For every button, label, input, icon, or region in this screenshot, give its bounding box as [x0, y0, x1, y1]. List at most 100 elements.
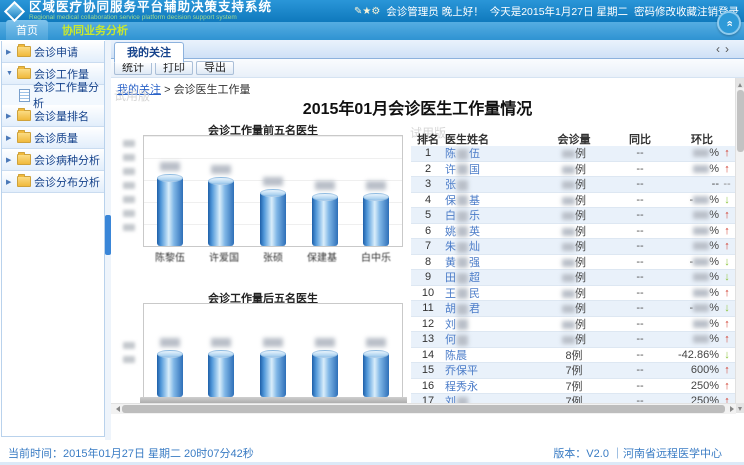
double-chevron-up-icon: «	[724, 20, 735, 26]
toolbar-button-2[interactable]: 打印	[155, 61, 193, 75]
gear-icon[interactable]: ⚙	[371, 6, 380, 17]
column-header-同比: 同比	[611, 131, 669, 147]
name-char-redacted	[457, 273, 468, 284]
doctor-name-cell: 陈伍	[445, 145, 537, 161]
redacted-value	[693, 289, 709, 297]
name-char-redacted	[457, 304, 468, 315]
trend-up-icon: ↑	[719, 318, 735, 330]
sidebar-item-会诊申请[interactable]: ▶会诊申请	[2, 41, 104, 63]
mom-cell: %	[669, 271, 719, 283]
toolbar-button-3[interactable]: 导出	[196, 61, 234, 75]
sidebar-item-会诊量排名[interactable]: ▶会诊量排名	[2, 105, 104, 127]
doctor-name-link[interactable]: 何	[445, 334, 469, 346]
trend-up-icon: ↑	[719, 395, 735, 403]
rank-cell: 1	[411, 147, 445, 159]
arrow-right-icon: ▶	[6, 178, 14, 186]
sidebar-item-label: 会诊申请	[34, 44, 78, 60]
redacted-value	[693, 196, 709, 204]
volume-cell: 7例	[537, 378, 611, 394]
y-axis-tick-labels-redacted	[123, 342, 135, 370]
main-panel: 我的关注 ‹› 统计打印导出 我的关注 > 会诊医生工作量 试用版 试用版 20…	[111, 40, 744, 440]
header-bar: 区域医疗协同服务平台辅助决策支持系统 Regional medical coll…	[0, 0, 744, 22]
doctor-name-cell: 王民	[445, 285, 537, 301]
folder-icon	[17, 176, 31, 187]
tab-my-focus[interactable]: 我的关注	[114, 42, 184, 63]
redacted-value	[562, 305, 575, 313]
doctor-name-link[interactable]: 田超	[445, 272, 480, 284]
doctor-name-link[interactable]: 黄强	[445, 257, 480, 269]
redacted-value	[562, 321, 575, 329]
mom-cell: 600%	[669, 364, 719, 376]
doctor-name-link[interactable]: 许国	[445, 164, 480, 176]
redacted-value	[693, 304, 709, 312]
yoy-cell: --	[611, 178, 669, 190]
yoy-cell: --	[611, 302, 669, 314]
doctor-name-link[interactable]: 陈晨	[445, 350, 467, 362]
name-char-redacted	[457, 319, 468, 330]
tab-scroll-arrows[interactable]: ‹›	[716, 42, 734, 56]
folder-icon	[17, 110, 31, 121]
sidebar-item-label: 会诊量排名	[34, 108, 89, 124]
star-icon[interactable]: ★	[362, 6, 371, 17]
y-tick-redacted	[123, 196, 135, 203]
mom-cell: %	[669, 225, 719, 237]
horizontal-scrollbar[interactable]	[111, 403, 736, 414]
y-tick-redacted	[123, 342, 135, 349]
scroll-down-icon[interactable]	[736, 403, 744, 413]
sidebar-item-会诊质量[interactable]: ▶会诊质量	[2, 127, 104, 149]
doctor-name-link[interactable]: 胡君	[445, 303, 480, 315]
yoy-cell: --	[611, 318, 669, 330]
yoy-cell: --	[611, 380, 669, 392]
trend-down-icon: ↓	[719, 194, 735, 206]
plot-area	[143, 135, 403, 247]
rank-cell: 4	[411, 194, 445, 206]
y-tick-redacted	[123, 140, 135, 147]
volume-cell: 例	[537, 192, 611, 208]
bar-value-redacted	[366, 181, 386, 190]
table-row: 16程秀永7例--250%↑	[411, 379, 735, 395]
doctor-name-link[interactable]: 张	[445, 179, 469, 191]
scroll-left-icon[interactable]	[111, 404, 121, 414]
sidebar-item-会诊分布分析[interactable]: ▶会诊分布分析	[2, 171, 104, 193]
vertical-scrollbar-thumb[interactable]	[737, 90, 744, 152]
bar-value-redacted	[263, 338, 283, 347]
doctor-name-link[interactable]: 保基	[445, 195, 480, 207]
doctor-name-link[interactable]: 程秀永	[445, 381, 478, 393]
bar-value-redacted	[315, 338, 335, 347]
table-row: 15乔保平7例--600%↑	[411, 363, 735, 379]
rank-cell: 8	[411, 256, 445, 268]
toolbar-button-1[interactable]: 统计	[114, 61, 152, 75]
doctor-name-link[interactable]: 王民	[445, 288, 480, 300]
vertical-scrollbar[interactable]	[735, 78, 744, 413]
sidebar-item-会诊病种分析[interactable]: ▶会诊病种分析	[2, 149, 104, 171]
folder-icon	[17, 68, 31, 79]
doctor-name-link[interactable]: 刘	[445, 319, 469, 331]
mom-cell: %	[669, 287, 719, 299]
bar-value-redacted	[160, 162, 180, 171]
rank-cell: 12	[411, 318, 445, 330]
header-link-2[interactable]: 收藏	[676, 6, 697, 18]
scroll-up-icon[interactable]	[736, 78, 744, 88]
yoy-cell: --	[611, 364, 669, 376]
doctor-name-link[interactable]: 刘	[445, 396, 469, 403]
nav-tab-collaborative-analysis[interactable]: 协同业务分析	[52, 20, 138, 40]
doctor-name-cell: 张	[445, 176, 537, 192]
page-title: 2015年01月会诊医生工作量情况	[111, 95, 724, 119]
document-tab-strip: 我的关注 ‹›	[111, 40, 744, 59]
collapse-header-button[interactable]: «	[717, 11, 741, 35]
nav-tab-home[interactable]: 首页	[6, 20, 48, 40]
mom-cell: -%	[669, 194, 719, 206]
doctor-name-link[interactable]: 白乐	[445, 210, 480, 222]
doctor-name-link[interactable]: 姚英	[445, 226, 480, 238]
bar-value-redacted	[211, 338, 231, 347]
mom-cell: %	[669, 209, 719, 221]
doctor-name-link[interactable]: 乔保平	[445, 365, 478, 377]
header-link-1[interactable]: 密码修改	[634, 6, 676, 18]
doctor-name-link[interactable]: 陈伍	[445, 148, 480, 160]
scroll-right-icon[interactable]	[726, 404, 736, 414]
horizontal-scrollbar-thumb[interactable]	[122, 405, 725, 413]
sidebar-subitem-会诊工作量分析[interactable]: 会诊工作量分析	[2, 85, 104, 105]
chart-title: 会诊工作量前五名医生	[119, 122, 407, 135]
name-char-redacted	[457, 195, 468, 206]
doctor-name-link[interactable]: 朱灿	[445, 241, 480, 253]
